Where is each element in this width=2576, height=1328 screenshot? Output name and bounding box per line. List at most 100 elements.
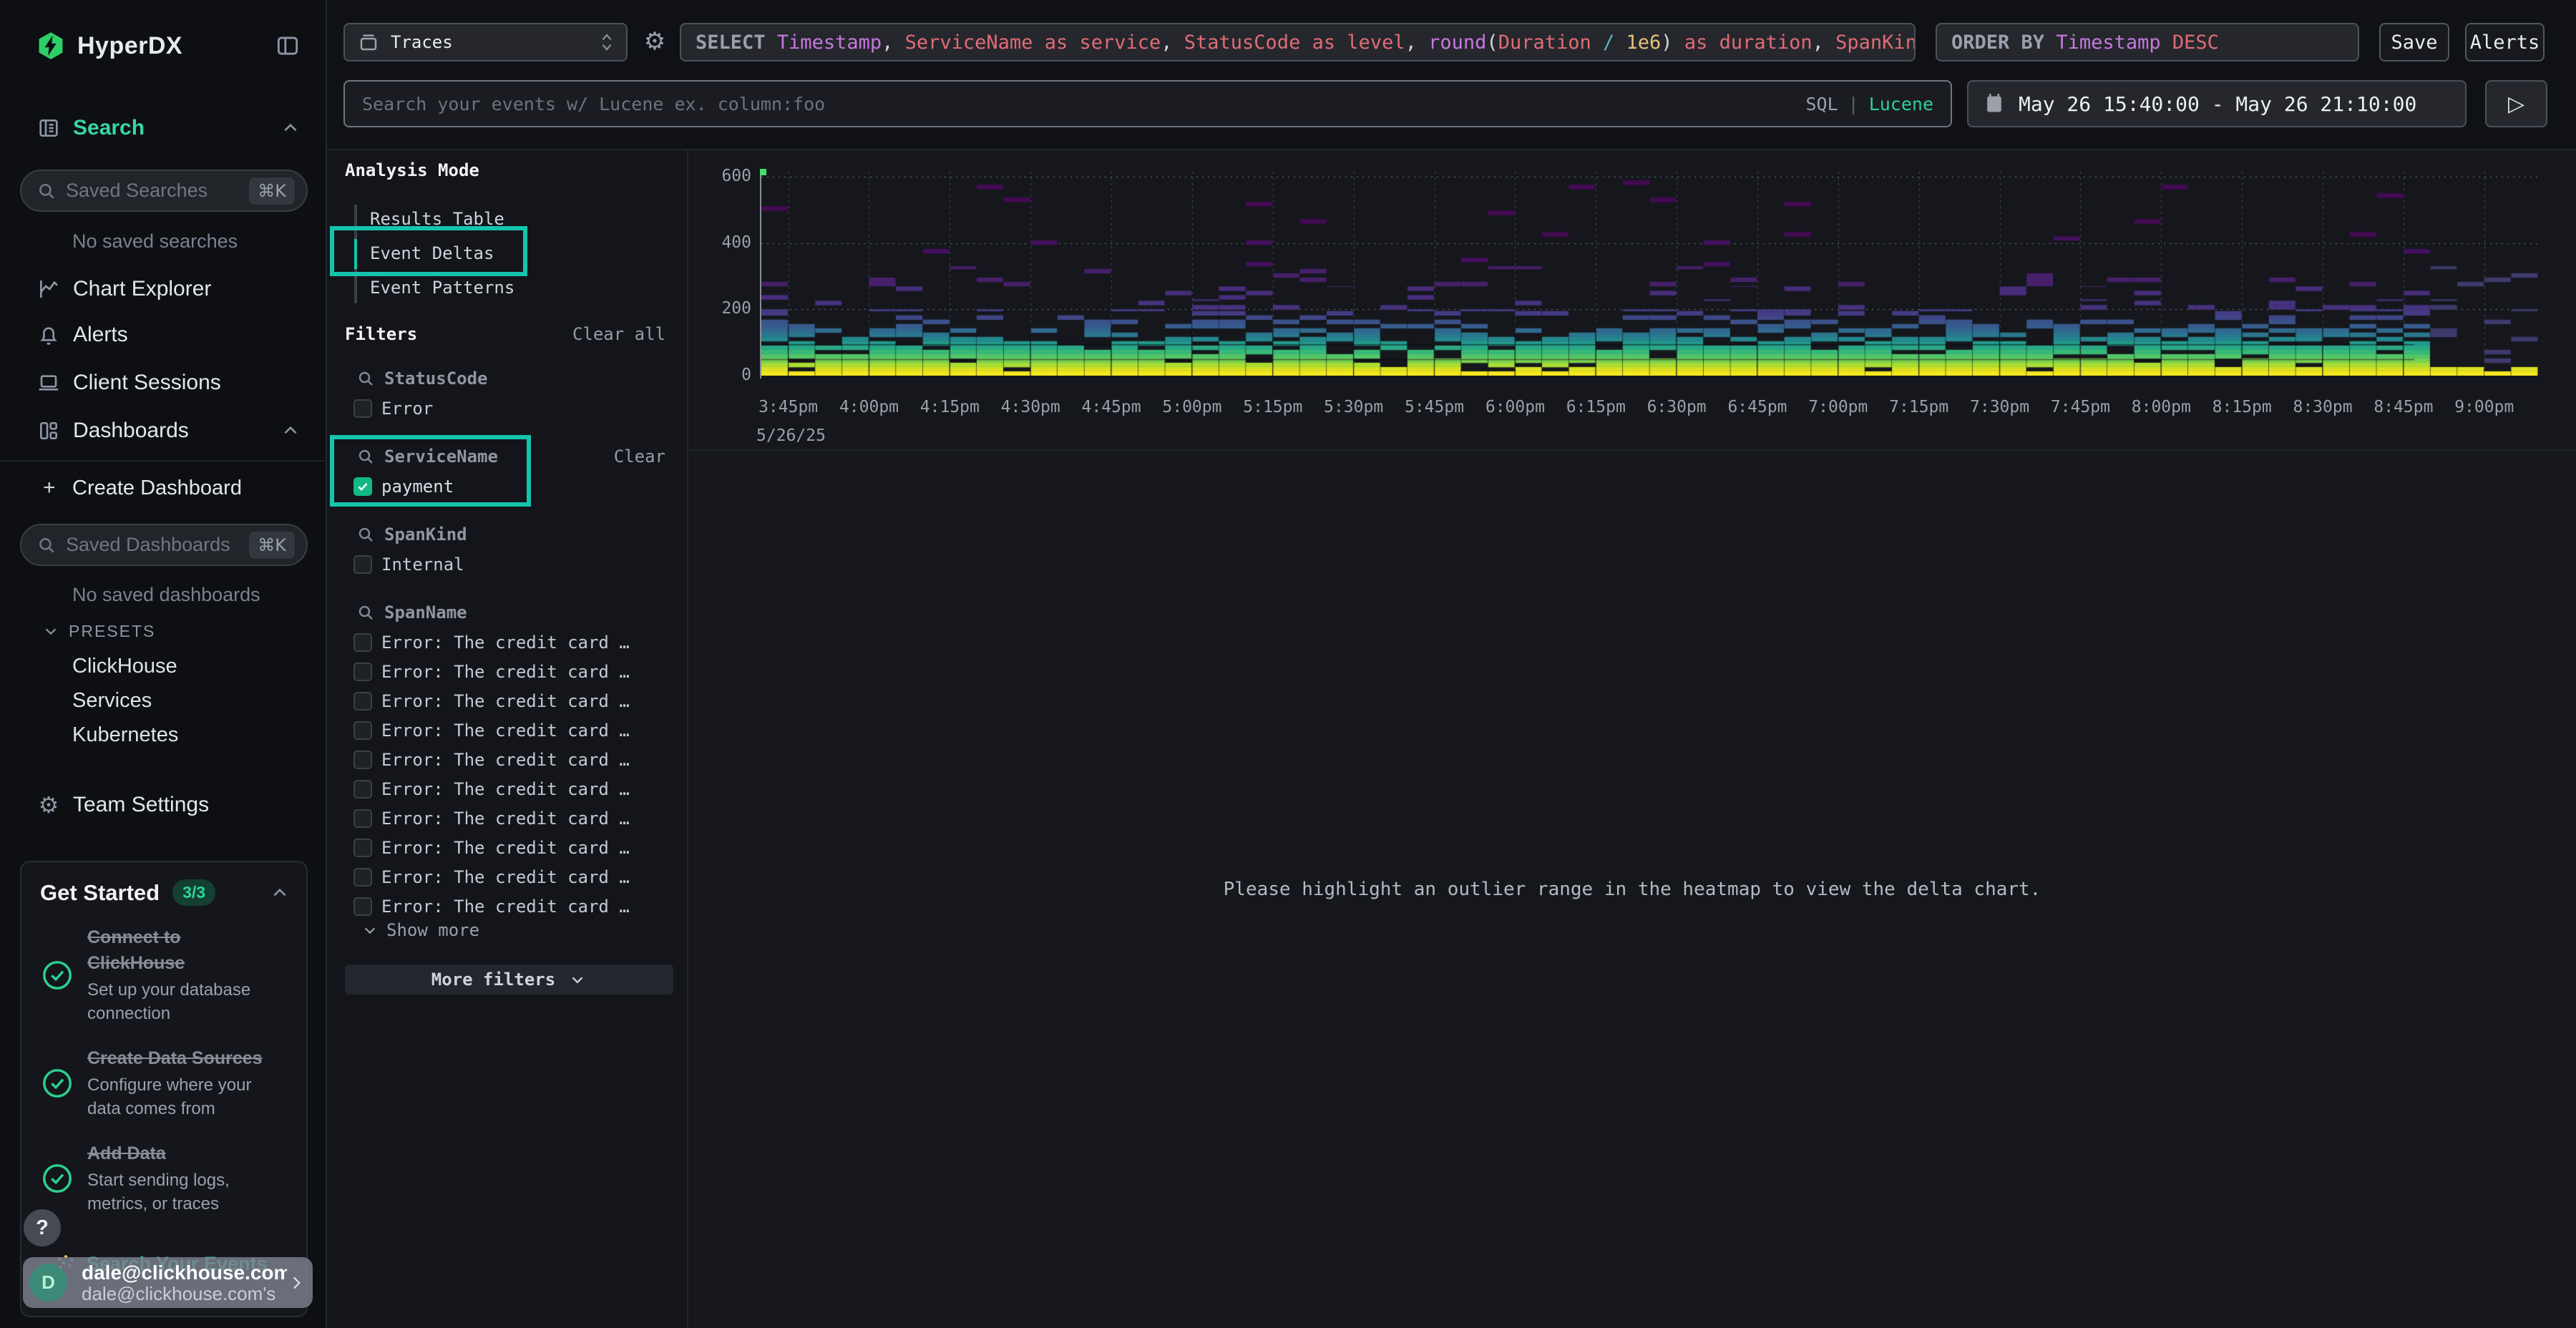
checkbox[interactable] (353, 663, 372, 681)
sidebar-item-search[interactable]: Search (0, 112, 327, 145)
check-circle-icon (40, 924, 74, 1025)
sql-token: , (1161, 31, 1184, 54)
filter-option[interactable]: Error: The credit card … (327, 833, 687, 862)
checkbox-checked[interactable] (353, 477, 372, 496)
x-axis-tick-label: 7:30pm (1970, 398, 2029, 416)
filter-option[interactable]: Error: The credit card … (327, 774, 687, 804)
save-button[interactable]: Save (2379, 23, 2449, 62)
checkbox[interactable] (353, 780, 372, 799)
filter-option[interactable]: Error: The credit card … (327, 628, 687, 657)
search-icon[interactable] (357, 604, 374, 621)
saved-dashboards-input[interactable]: Saved Dashboards ⌘K (20, 524, 308, 566)
filter-option-label: Error: The credit card … (381, 897, 630, 917)
filter-option-label: Error: The credit card … (381, 633, 630, 653)
filter-group-statuscode: StatusCode Error (327, 363, 687, 423)
filter-option[interactable]: Error: The credit card … (327, 804, 687, 833)
filter-option[interactable]: Error: The credit card … (327, 862, 687, 892)
heatmap-canvas[interactable] (761, 172, 2538, 376)
checkbox[interactable] (353, 809, 372, 828)
sidebar-collapse-icon[interactable] (274, 32, 301, 59)
sql-select-editor[interactable]: SELECT Timestamp, ServiceName as service… (680, 23, 1916, 62)
sidebar-item-client-sessions[interactable]: Client Sessions (0, 366, 327, 399)
x-axis-tick-label: 7:45pm (2051, 398, 2110, 416)
checkbox[interactable] (353, 868, 372, 887)
run-query-button[interactable]: ▷ (2485, 80, 2547, 127)
filter-option[interactable]: Error: The credit card … (327, 657, 687, 686)
plus-icon: + (43, 476, 64, 500)
create-dashboard-button[interactable]: + Create Dashboard (0, 472, 327, 504)
preset-dashboard-item[interactable]: Services (0, 683, 327, 718)
get-started-item-title: Connect to ClickHouse (87, 924, 275, 976)
search-icon[interactable] (357, 370, 374, 387)
search-icon[interactable] (357, 526, 374, 543)
checkbox[interactable] (353, 839, 372, 857)
sidebar-item-chart-explorer[interactable]: Chart Explorer (0, 273, 327, 306)
get-started-item[interactable]: Create Data Sources Configure where your… (21, 1032, 306, 1128)
mode-event-deltas[interactable]: Event Deltas (327, 236, 687, 270)
sidebar-item-label: Alerts (73, 323, 128, 347)
preset-dashboard-item[interactable]: Kubernetes (0, 718, 327, 752)
alerts-button[interactable]: Alerts (2465, 23, 2545, 62)
sidebar-item-team-settings[interactable]: ⚙ Team Settings (0, 788, 327, 821)
language-toggle-sql[interactable]: SQL (1805, 94, 1838, 114)
get-started-title: Get Started (40, 880, 160, 906)
sidebar-item-dashboards[interactable]: Dashboards (0, 414, 327, 447)
user-email: dale@clickhouse.com (82, 1261, 287, 1284)
bell-icon (36, 323, 61, 346)
filter-option[interactable]: Error: The credit card … (327, 892, 687, 921)
filter-groups: StatusCode Error ServiceName Clear payme… (327, 363, 687, 939)
x-axis-tick-label: 8:15pm (2212, 398, 2272, 416)
help-button[interactable]: ? (24, 1209, 61, 1246)
order-by-editor[interactable]: ORDER BY Timestamp DESC (1936, 23, 2359, 62)
presets-label: PRESETS (69, 622, 155, 641)
source-settings-gear-icon[interactable]: ⚙ (635, 21, 675, 62)
filter-option[interactable]: payment (327, 472, 687, 501)
checkbox[interactable] (353, 555, 372, 574)
checkbox[interactable] (353, 721, 372, 740)
date-range-picker[interactable]: May 26 15:40:00 - May 26 21:10:00 (1967, 80, 2467, 127)
checkbox[interactable] (353, 399, 372, 418)
checkbox[interactable] (353, 692, 372, 711)
mode-results-table[interactable]: Results Table (327, 202, 687, 236)
more-filters-button[interactable]: More filters (345, 965, 673, 995)
clear-link[interactable]: Clear (614, 446, 665, 467)
saved-searches-input[interactable]: Saved Searches ⌘K (20, 170, 308, 212)
clear-all-link[interactable]: Clear all (572, 324, 665, 344)
chevron-down-icon (43, 623, 59, 639)
search-icon (37, 182, 56, 200)
filter-option[interactable]: Error: The credit card … (327, 716, 687, 745)
checkbox[interactable] (353, 897, 372, 916)
filter-option[interactable]: Error: The credit card … (327, 745, 687, 774)
get-started-item[interactable]: Connect to ClickHouse Set up your databa… (21, 912, 306, 1032)
get-started-header[interactable]: Get Started 3/3 (21, 862, 306, 912)
chevron-up-icon[interactable] (281, 119, 300, 137)
sql-token: ORDER BY (1951, 31, 2056, 54)
no-saved-dashboards-text: No saved dashboards (72, 584, 260, 605)
duration-heatmap[interactable]: 0200400600 3:45pm4:00pm4:15pm4:30pm4:45p… (688, 150, 2576, 451)
filter-option-label: Error: The credit card … (381, 867, 630, 887)
checkbox[interactable] (353, 751, 372, 769)
language-toggle-lucene[interactable]: Lucene (1869, 94, 1933, 114)
filter-option[interactable]: Internal (327, 550, 687, 579)
user-menu[interactable]: D dale@clickhouse.com dale@clickhouse.co… (23, 1257, 313, 1308)
chevron-up-icon[interactable] (270, 884, 289, 902)
show-more-link[interactable]: Show more (353, 917, 479, 943)
preset-dashboards-list: ClickHouseServicesKubernetes (0, 649, 327, 752)
lucene-search-input[interactable]: Search your events w/ Lucene ex. column:… (343, 80, 1952, 127)
search-icon[interactable] (357, 448, 374, 465)
preset-dashboard-item[interactable]: ClickHouse (0, 649, 327, 683)
get-started-item[interactable]: Add Data Start sending logs, metrics, or… (21, 1128, 306, 1223)
filter-option[interactable]: Error: The credit card … (327, 686, 687, 716)
sidebar: HyperDX Search Saved Searches ⌘K No save… (0, 0, 327, 1328)
get-started-progress-badge: 3/3 (172, 879, 215, 906)
filter-option[interactable]: Error (327, 394, 687, 423)
source-select[interactable]: Traces (343, 23, 628, 62)
chevron-up-icon[interactable] (281, 421, 300, 440)
mode-event-patterns[interactable]: Event Patterns (327, 270, 687, 305)
source-select-value: Traces (391, 32, 453, 52)
saved-dashboards-placeholder: Saved Dashboards (66, 534, 249, 556)
checkbox[interactable] (353, 633, 372, 652)
presets-toggle[interactable]: PRESETS (43, 620, 155, 642)
sidebar-item-alerts[interactable]: Alerts (0, 318, 327, 351)
user-team: dale@clickhouse.com's (82, 1284, 287, 1304)
